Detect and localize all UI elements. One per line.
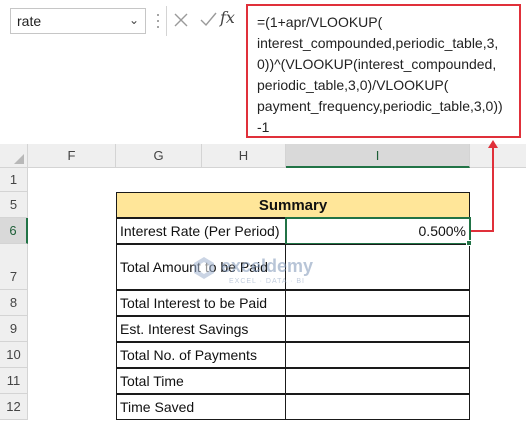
column-header-g[interactable]: G bbox=[116, 144, 202, 168]
watermark-name: exceldemy bbox=[221, 256, 314, 276]
worksheet-grid: F G H I 1 5 6 7 8 9 10 11 12 Summary Int… bbox=[0, 144, 526, 448]
watermark-tagline: EXCEL · DATA · BI bbox=[229, 278, 305, 285]
label-total-time[interactable]: Total Time bbox=[116, 368, 286, 394]
row-header-10[interactable]: 10 bbox=[0, 342, 28, 368]
formula-line: interest_compounded,periodic_table,3, bbox=[257, 35, 499, 51]
cancel-icon[interactable] bbox=[170, 7, 192, 33]
value-total-payments[interactable] bbox=[285, 342, 470, 368]
formula-text: =(1+apr/VLOOKUP( interest_compounded,peri… bbox=[257, 12, 519, 138]
drag-grip-icon[interactable] bbox=[156, 12, 160, 30]
formula-line: -1 bbox=[257, 119, 270, 135]
checkmark-icon[interactable] bbox=[197, 7, 219, 33]
formula-line: =(1+apr/VLOOKUP( bbox=[257, 14, 383, 30]
row-header-7[interactable]: 7 bbox=[0, 244, 28, 290]
column-header-i[interactable]: I bbox=[286, 144, 470, 168]
label-time-saved[interactable]: Time Saved bbox=[116, 394, 286, 420]
value-interest-savings[interactable] bbox=[285, 316, 470, 342]
label-total-interest[interactable]: Total Interest to be Paid bbox=[116, 290, 286, 316]
row-header-9[interactable]: 9 bbox=[0, 316, 28, 342]
column-header-f[interactable]: F bbox=[28, 144, 116, 168]
row-header-12[interactable]: 12 bbox=[0, 394, 28, 420]
row-header-11[interactable]: 11 bbox=[0, 368, 28, 394]
label-interest-rate[interactable]: Interest Rate (Per Period) bbox=[116, 218, 286, 244]
select-all-button[interactable] bbox=[0, 144, 28, 168]
formula-line: 0))^(VLOOKUP(interest_compounded, bbox=[257, 56, 497, 72]
watermark-logo: exceldemy EXCEL · DATA · BI bbox=[191, 253, 351, 289]
fill-handle[interactable] bbox=[466, 240, 472, 246]
formula-bar[interactable]: =(1+apr/VLOOKUP( interest_compounded,peri… bbox=[246, 4, 521, 138]
value-total-interest[interactable] bbox=[285, 290, 470, 316]
exceldemy-logo-icon bbox=[194, 257, 214, 279]
toolbar-divider bbox=[166, 6, 167, 36]
row-header-6[interactable]: 6 bbox=[0, 218, 28, 244]
label-total-payments[interactable]: Total No. of Payments bbox=[116, 342, 286, 368]
name-box[interactable]: rate ⌄ bbox=[10, 8, 146, 34]
label-interest-savings[interactable]: Est. Interest Savings bbox=[116, 316, 286, 342]
formula-line: payment_frequency,periodic_table,3,0)) bbox=[257, 98, 503, 114]
name-box-value: rate bbox=[17, 13, 42, 29]
value-interest-rate[interactable]: 0.500% bbox=[285, 217, 471, 245]
formula-toolbar: rate ⌄ fx =(1+apr/VLOOKUP( interest_compo… bbox=[0, 0, 526, 144]
select-all-triangle-icon bbox=[14, 154, 24, 164]
row-header-8[interactable]: 8 bbox=[0, 290, 28, 316]
summary-header[interactable]: Summary bbox=[116, 192, 470, 218]
value-total-time[interactable] bbox=[285, 368, 470, 394]
chevron-down-icon[interactable]: ⌄ bbox=[129, 13, 139, 27]
value-time-saved[interactable] bbox=[285, 394, 470, 420]
row-header-5[interactable]: 5 bbox=[0, 192, 28, 218]
column-header-next[interactable] bbox=[470, 144, 526, 168]
insert-function-icon[interactable]: fx bbox=[220, 8, 235, 27]
formula-line: periodic_table,3,0)/VLOOKUP( bbox=[257, 77, 449, 93]
row-header-1[interactable]: 1 bbox=[0, 168, 28, 192]
column-header-h[interactable]: H bbox=[202, 144, 286, 168]
